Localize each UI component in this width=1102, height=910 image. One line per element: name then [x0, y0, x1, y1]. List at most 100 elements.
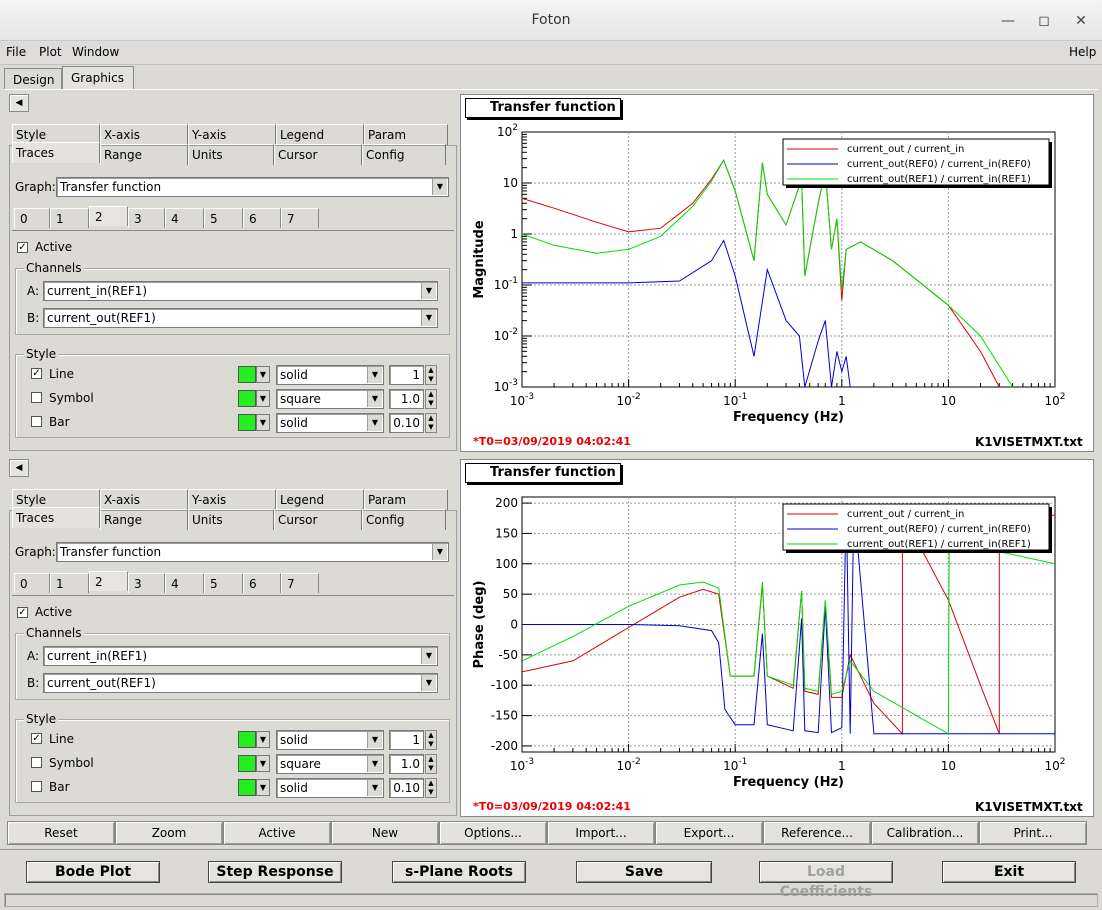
graph-select[interactable]: Transfer function ▼ [56, 542, 449, 562]
chevron-down-icon[interactable]: ▼ [256, 779, 270, 796]
option-tab-range[interactable]: Range [100, 144, 188, 165]
bar-size-input[interactable]: 0.10 [389, 413, 424, 433]
bottom-bode-plot-button[interactable]: Bode Plot [26, 861, 160, 883]
trace-tab-3[interactable]: 3 [128, 573, 165, 593]
trace-tab-4[interactable]: 4 [165, 208, 204, 228]
line-size-input[interactable]: 1 [389, 365, 424, 385]
trace-tab-3[interactable]: 3 [128, 208, 165, 228]
toolbar-print-button[interactable]: Print... [979, 821, 1087, 845]
channel-a-select[interactable]: current_in(REF1) ▼ [43, 646, 438, 666]
bottom-exit-button[interactable]: Exit [942, 861, 1076, 883]
menu-window[interactable]: Window [72, 45, 119, 59]
menu-help[interactable]: Help [1069, 45, 1096, 59]
line-color-swatch[interactable] [238, 366, 256, 383]
symbol-style-select[interactable]: square ▼ [276, 754, 384, 774]
bottom-step-response-button[interactable]: Step Response [208, 861, 342, 883]
bottom-s-plane-roots-button[interactable]: s-Plane Roots [392, 861, 526, 883]
bar-style-select[interactable]: solid ▼ [276, 778, 384, 798]
trace-tab-7[interactable]: 7 [281, 573, 319, 593]
trace-tab-0[interactable]: 0 [14, 208, 50, 228]
channel-b-select[interactable]: current_out(REF1) ▼ [43, 673, 438, 693]
chevron-down-icon[interactable]: ▼ [256, 390, 270, 407]
symbol-style-select[interactable]: square ▼ [276, 389, 384, 409]
trace-tab-0[interactable]: 0 [14, 573, 50, 593]
line-checkbox[interactable]: ✓ [31, 368, 42, 379]
toolbar-import-button[interactable]: Import... [547, 821, 655, 845]
bar-color-swatch[interactable] [238, 779, 256, 796]
trace-tab-2[interactable]: 2 [89, 571, 128, 591]
line-style-select[interactable]: solid ▼ [276, 365, 384, 385]
toolbar-new-button[interactable]: New [331, 821, 439, 845]
option-tab-units[interactable]: Units [188, 509, 274, 530]
active-checkbox[interactable]: ✓ [17, 607, 28, 618]
option-tab-units[interactable]: Units [188, 144, 274, 165]
channel-a-select[interactable]: current_in(REF1) ▼ [43, 281, 438, 301]
toolbar-calibration-button[interactable]: Calibration... [871, 821, 979, 845]
option-tab-legend[interactable]: Legend [276, 124, 364, 145]
bar-checkbox[interactable] [31, 416, 42, 427]
spin-arrows-icon[interactable]: ▲ ▼ [425, 754, 437, 774]
spin-arrows-icon[interactable]: ▲ ▼ [425, 365, 437, 385]
toolbar-reference-button[interactable]: Reference... [763, 821, 871, 845]
maximize-icon[interactable]: ◻ [1033, 10, 1055, 32]
option-tab-y-axis[interactable]: Y-axis [188, 124, 276, 145]
trace-tab-6[interactable]: 6 [243, 573, 281, 593]
trace-tab-5[interactable]: 5 [204, 573, 243, 593]
option-tab-cursor[interactable]: Cursor [274, 509, 362, 530]
menu-plot[interactable]: Plot [39, 45, 62, 59]
spin-arrows-icon[interactable]: ▲ ▼ [425, 389, 437, 409]
spin-arrows-icon[interactable]: ▲ ▼ [425, 730, 437, 750]
collapse-arrow-button[interactable]: ◀ [9, 459, 29, 477]
option-tab-traces[interactable]: Traces [12, 507, 100, 528]
chevron-down-icon[interactable]: ▼ [256, 731, 270, 748]
chevron-down-icon[interactable]: ▼ [256, 414, 270, 431]
plot-panel[interactable]: 10-3 10-2 10-1 1 10 102 10-3 10-2 10-1 1 10 102 Freq… [460, 94, 1094, 452]
tab-design[interactable]: Design [4, 68, 62, 90]
bar-color-swatch[interactable] [238, 414, 256, 431]
symbol-color-swatch[interactable] [238, 390, 256, 407]
trace-tab-1[interactable]: 1 [50, 573, 89, 593]
chart-phase[interactable]: 10-3 10-2 10-1 1 10 102 -200 -150 -100 -50 0 50 100 1… [461, 460, 1095, 818]
channel-b-select[interactable]: current_out(REF1) ▼ [43, 308, 438, 328]
option-tab-traces[interactable]: Traces [12, 142, 100, 163]
option-tab-cursor[interactable]: Cursor [274, 144, 362, 165]
toolbar-options-button[interactable]: Options... [439, 821, 547, 845]
toolbar-export-button[interactable]: Export... [655, 821, 763, 845]
active-checkbox[interactable]: ✓ [17, 242, 28, 253]
line-checkbox[interactable]: ✓ [31, 733, 42, 744]
option-tab-x-axis[interactable]: X-axis [100, 124, 188, 145]
plot-panel[interactable]: 10-3 10-2 10-1 1 10 102 -200 -150 -100 -50 0 50 100 1… [460, 459, 1094, 817]
line-size-input[interactable]: 1 [389, 730, 424, 750]
trace-tab-7[interactable]: 7 [281, 208, 319, 228]
trace-tab-5[interactable]: 5 [204, 208, 243, 228]
chevron-down-icon[interactable]: ▼ [256, 366, 270, 383]
trace-tab-2[interactable]: 2 [89, 206, 128, 226]
toolbar-active-button[interactable]: Active [223, 821, 331, 845]
bottom-load-coefficients-button[interactable]: Load Coefficients [759, 861, 893, 900]
option-tab-param[interactable]: Param [364, 124, 448, 145]
option-tab-range[interactable]: Range [100, 509, 188, 530]
toolbar-zoom-button[interactable]: Zoom [115, 821, 223, 845]
line-style-select[interactable]: solid ▼ [276, 730, 384, 750]
option-tab-config[interactable]: Config [362, 144, 446, 165]
symbol-size-input[interactable]: 1.0 [389, 754, 424, 774]
option-tab-y-axis[interactable]: Y-axis [188, 489, 276, 510]
bottom-save-button[interactable]: Save [576, 861, 712, 883]
bar-size-input[interactable]: 0.10 [389, 778, 424, 798]
trace-tab-1[interactable]: 1 [50, 208, 89, 228]
bar-checkbox[interactable] [31, 781, 42, 792]
spin-arrows-icon[interactable]: ▲ ▼ [425, 778, 437, 798]
option-tab-param[interactable]: Param [364, 489, 448, 510]
symbol-checkbox[interactable] [31, 757, 42, 768]
chart-magnitude[interactable]: 10-3 10-2 10-1 1 10 102 10-3 10-2 10-1 1 10 102 Freq… [461, 95, 1095, 453]
menu-file[interactable]: File [6, 45, 26, 59]
symbol-size-input[interactable]: 1.0 [389, 389, 424, 409]
option-tab-x-axis[interactable]: X-axis [100, 489, 188, 510]
symbol-checkbox[interactable] [31, 392, 42, 403]
spin-arrows-icon[interactable]: ▲ ▼ [425, 413, 437, 433]
trace-tab-6[interactable]: 6 [243, 208, 281, 228]
option-tab-legend[interactable]: Legend [276, 489, 364, 510]
collapse-arrow-button[interactable]: ◀ [9, 94, 29, 112]
option-tab-config[interactable]: Config [362, 509, 446, 530]
bar-style-select[interactable]: solid ▼ [276, 413, 384, 433]
